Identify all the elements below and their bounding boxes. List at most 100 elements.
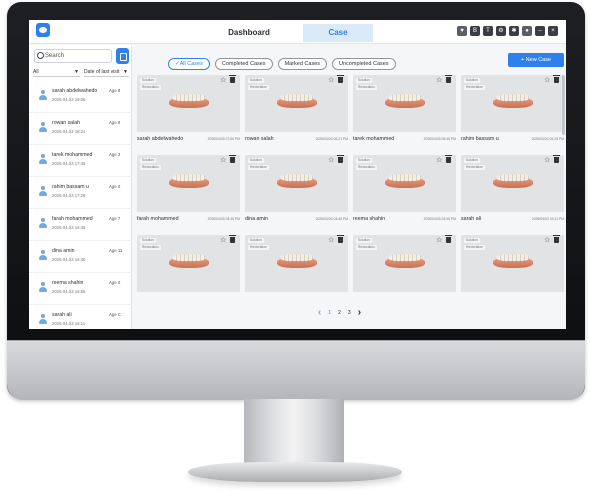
star-icon[interactable]: ☆ <box>544 156 550 164</box>
star-icon[interactable]: ☆ <box>328 236 334 244</box>
star-icon[interactable]: ☆ <box>328 76 334 84</box>
upload-button[interactable] <box>116 48 129 64</box>
case-date: 2026/04/03 03:55 PM <box>423 217 456 221</box>
next-page-icon[interactable]: › <box>358 307 361 318</box>
trash-icon[interactable] <box>445 235 452 243</box>
star-icon[interactable]: ☆ <box>436 76 442 84</box>
bluetooth-icon[interactable]: B <box>470 26 480 36</box>
dental-scan-image <box>493 173 533 189</box>
star-icon[interactable]: ☆ <box>220 76 226 84</box>
case-thumbnail[interactable]: Solution Restoration ☆ <box>137 235 240 292</box>
case-card[interactable]: Solution Restoration ☆ reema shahin 2026/04/… <box>353 155 456 228</box>
patient-age: Age 8 <box>109 88 121 93</box>
trash-icon[interactable] <box>229 75 236 83</box>
page-3[interactable]: 3 <box>348 310 351 316</box>
filter-marked-cases[interactable]: Marked Cases <box>277 58 328 70</box>
patient-list-item[interactable]: rahim bassam u 2026.04.03 17:28 Age 0 <box>29 177 132 209</box>
case-thumbnail[interactable]: Solution Restoration ☆ <box>353 235 456 292</box>
case-card[interactable]: Solution Restoration ☆ dina amin 2026/04/03 … <box>245 155 348 228</box>
patient-list-item[interactable]: rowan salah 2026.04.03 18:21 Age 9 <box>29 113 132 145</box>
star-icon[interactable]: ☆ <box>220 236 226 244</box>
stethoscope-icon[interactable]: ♥ <box>457 26 467 36</box>
trash-icon[interactable] <box>445 75 452 83</box>
user-icon[interactable]: ● <box>522 26 532 36</box>
case-card[interactable]: Solution Restoration ☆ sarah ali 2026/04/03 … <box>461 155 564 228</box>
case-thumbnail[interactable]: Solution Restoration ☆ <box>353 75 456 132</box>
case-thumbnail[interactable]: Solution Restoration ☆ <box>245 155 348 212</box>
case-thumbnail[interactable]: Solution Restoration ☆ <box>461 155 564 212</box>
patient-list-item[interactable]: dina amin 2026.04.03 16:40 Age 11 <box>29 241 132 273</box>
patient-age: Age 7 <box>109 216 121 221</box>
tag-label: Restoration <box>248 85 269 90</box>
patient-list-item[interactable]: sarah abdelwahedo 2026.04.03 19:06 Age 8 <box>29 81 132 113</box>
star-icon[interactable]: ☆ <box>544 236 550 244</box>
patient-list-item[interactable]: tarek mohammed 2026.04.03 17:45 Age 3 <box>29 145 132 177</box>
filter-all-cases[interactable]: All Cases <box>168 58 210 70</box>
new-case-button[interactable]: + New Case <box>508 53 564 67</box>
case-card[interactable]: Solution Restoration ☆ rowan salah 2026/04/0… <box>245 75 348 148</box>
trash-icon[interactable] <box>553 155 560 163</box>
filter-uncompleted-cases[interactable]: Uncompleted Cases <box>332 58 396 70</box>
prev-page-icon[interactable]: ‹ <box>318 307 321 318</box>
case-thumbnail[interactable]: Solution Restoration ☆ <box>137 155 240 212</box>
search-input[interactable]: Search <box>34 49 112 63</box>
tag-label: Restoration <box>140 165 161 170</box>
sort-select[interactable]: Date of last visit ▼ <box>84 67 129 77</box>
trash-icon[interactable] <box>229 155 236 163</box>
star-icon[interactable]: ☆ <box>436 236 442 244</box>
case-card[interactable]: Solution Restoration ☆ <box>353 235 456 308</box>
app-logo-icon[interactable] <box>36 23 50 37</box>
trash-icon[interactable] <box>445 155 452 163</box>
patient-list-item[interactable]: reema shahin 2026.04.03 15:55 Age 0 <box>29 273 132 305</box>
minimize-icon[interactable]: – <box>535 26 545 36</box>
case-card[interactable]: Solution Restoration ☆ tarek mohammed 2026/0… <box>353 75 456 148</box>
patient-list-item[interactable]: farah mohammed 2026.04.03 16:45 Age 7 <box>29 209 132 241</box>
case-thumbnail[interactable]: Solution Restoration ☆ <box>461 235 564 292</box>
close-icon[interactable]: × <box>548 26 558 36</box>
page-1[interactable]: 1 <box>328 310 331 316</box>
case-card[interactable]: Solution Restoration ☆ sarah abdelwahedo 202… <box>137 75 240 148</box>
case-thumbnail[interactable]: Solution Restoration ☆ <box>245 235 348 292</box>
monitor-chin <box>7 340 585 400</box>
case-card[interactable]: Solution Restoration ☆ <box>137 235 240 308</box>
trash-icon[interactable] <box>553 75 560 83</box>
trash-icon[interactable] <box>337 75 344 83</box>
star-icon[interactable]: ☆ <box>220 156 226 164</box>
case-name: farah mohammed <box>137 216 179 222</box>
star-icon[interactable]: ☆ <box>436 156 442 164</box>
case-card[interactable]: Solution Restoration ☆ rahim bassam u 2026/0… <box>461 75 564 148</box>
patient-age: Age 0 <box>109 184 121 189</box>
case-thumbnail[interactable]: Solution Restoration ☆ <box>137 75 240 132</box>
patient-age: Age 0 <box>109 280 121 285</box>
filter-select[interactable]: All ▼ <box>33 67 80 77</box>
trash-icon[interactable] <box>229 235 236 243</box>
tooth-icon[interactable]: T <box>483 26 493 36</box>
patient-date: 2026.04.03 16:40 <box>52 257 86 262</box>
scrollbar[interactable] <box>562 75 565 135</box>
settings-icon[interactable]: ⚙ <box>496 26 506 36</box>
case-card[interactable]: Solution Restoration ☆ <box>461 235 564 308</box>
case-card[interactable]: Solution Restoration ☆ farah mohammed 2026/0… <box>137 155 240 228</box>
page-2[interactable]: 2 <box>338 310 341 316</box>
case-name: sarah abdelwahedo <box>137 136 184 142</box>
gear-icon[interactable]: ✱ <box>509 26 519 36</box>
trash-icon[interactable] <box>337 235 344 243</box>
user-icon <box>39 122 47 132</box>
star-icon[interactable]: ☆ <box>328 156 334 164</box>
tab-case[interactable]: Case <box>303 24 373 42</box>
case-thumbnail[interactable]: Solution Restoration ☆ <box>353 155 456 212</box>
case-name: sarah ali <box>461 216 482 222</box>
tag-label: Restoration <box>356 165 377 170</box>
tag-label: Solution <box>140 78 156 83</box>
filter-completed-cases[interactable]: Completed Cases <box>214 58 273 70</box>
case-thumbnail[interactable]: Solution Restoration ☆ <box>461 75 564 132</box>
trash-icon[interactable] <box>337 155 344 163</box>
case-thumbnail[interactable]: Solution Restoration ☆ <box>245 75 348 132</box>
stage: Dashboard Case ♥ B T ⚙ ✱ ● – × Search Al… <box>0 0 590 491</box>
trash-icon[interactable] <box>553 235 560 243</box>
patient-list-item[interactable]: sarah ali 2026.04.03 15:11 Age C <box>29 305 132 329</box>
tab-dashboard[interactable]: Dashboard <box>219 24 279 42</box>
dental-scan-image <box>385 173 425 189</box>
case-card[interactable]: Solution Restoration ☆ <box>245 235 348 308</box>
star-icon[interactable]: ☆ <box>544 76 550 84</box>
